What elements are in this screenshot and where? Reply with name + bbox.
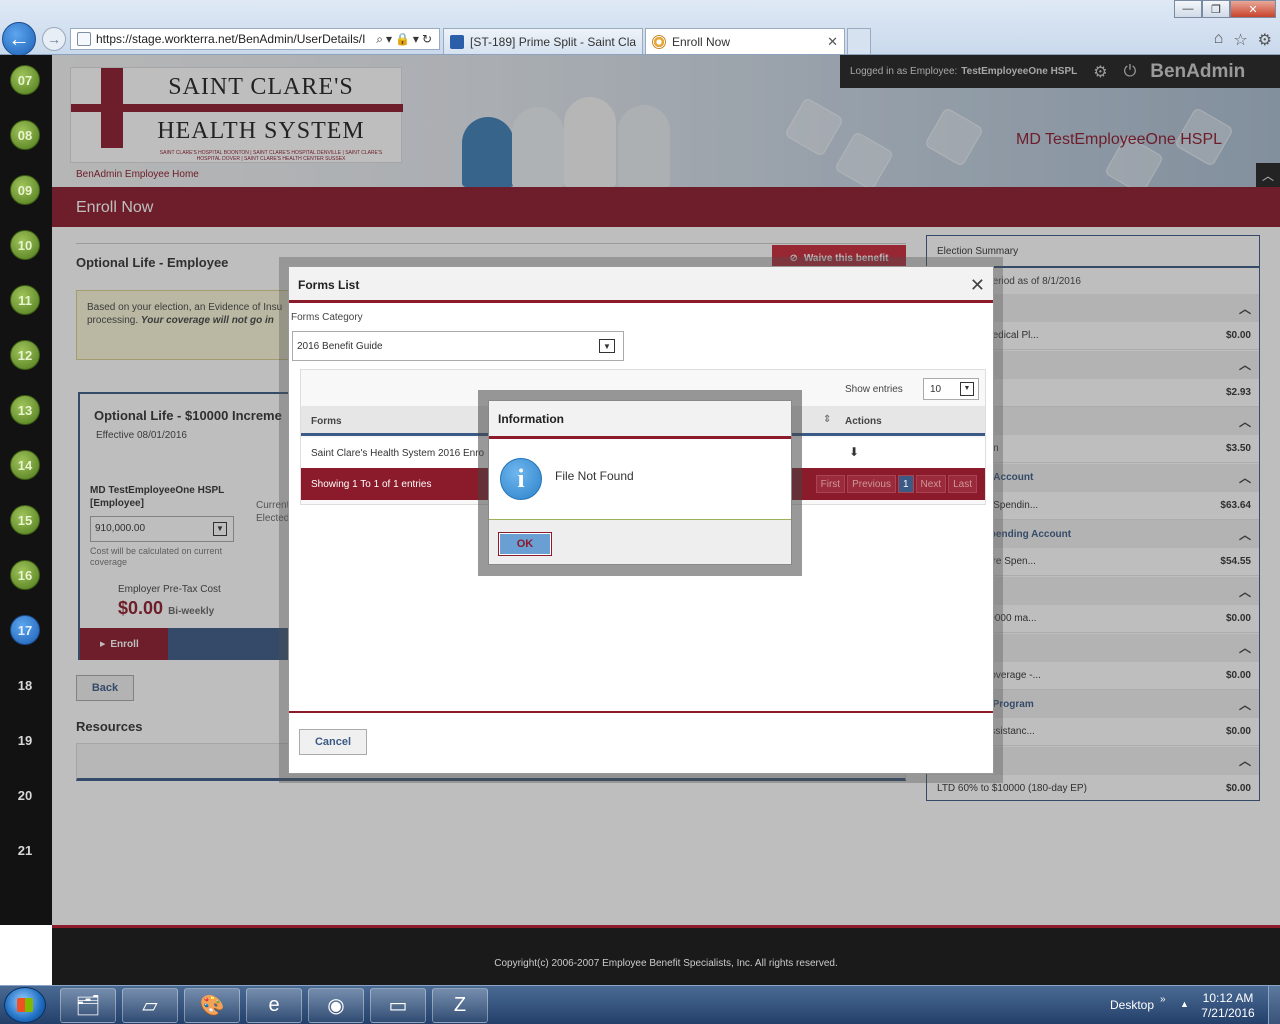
page-icon xyxy=(77,32,91,46)
browser-tab-jira[interactable]: [ST-189] Prime Split - Saint Cla... xyxy=(443,28,643,54)
tab-label: [ST-189] Prime Split - Saint Cla... xyxy=(470,34,636,49)
start-button[interactable] xyxy=(4,987,46,1023)
shortcut-19[interactable]: 19 xyxy=(10,725,40,755)
shortcut-18[interactable]: 18 xyxy=(10,670,40,700)
chevron-down-icon: ▼ xyxy=(599,339,615,353)
forward-arrow-icon[interactable]: → xyxy=(42,27,66,51)
tray-expand-icon[interactable]: ▲ xyxy=(1180,999,1189,1009)
page-footer: Copyright(c) 2006-2007 Employee Benefit … xyxy=(52,925,1280,985)
home-icon[interactable]: ⌂ xyxy=(1214,30,1224,50)
firefox-icon[interactable]: ◉ xyxy=(308,988,364,1023)
shortcut-16[interactable]: 16 xyxy=(10,560,40,590)
file-explorer-icon[interactable]: 🗂 xyxy=(60,988,116,1023)
browser-tab-enroll-now[interactable]: Enroll Now ✕ xyxy=(645,28,845,54)
cancel-button[interactable]: Cancel xyxy=(299,729,367,755)
column-header-forms[interactable]: Forms xyxy=(311,416,342,427)
pager-previous-button[interactable]: Previous xyxy=(847,475,896,493)
info-message: File Not Found xyxy=(555,469,634,483)
sort-icon[interactable]: ⇕ xyxy=(823,414,831,425)
pager-first-button[interactable]: First xyxy=(815,475,846,493)
side-shortcut-strip: 07 08 09 10 11 12 13 14 15 16 17 18 19 2… xyxy=(0,55,52,925)
chevron-down-icon: ▼ xyxy=(960,382,974,396)
internet-explorer-icon[interactable]: e xyxy=(246,988,302,1023)
loading-icon xyxy=(652,34,666,49)
shortcut-11[interactable]: 11 xyxy=(10,285,40,315)
form-name: Saint Clare's Health System 2016 Enro xyxy=(311,448,485,459)
forms-modal-header: Forms List ✕ xyxy=(289,267,993,303)
close-window-button[interactable]: ✕ xyxy=(1230,0,1276,18)
window-controls: — ❐ ✕ xyxy=(1174,0,1276,18)
shortcut-10[interactable]: 10 xyxy=(10,230,40,260)
address-bar[interactable]: https://stage.workterra.net/BenAdmin/Use… xyxy=(70,28,440,50)
chevron-right-icon[interactable]: » xyxy=(1160,994,1166,1005)
shortcut-07[interactable]: 07 xyxy=(10,65,40,95)
shortcut-21[interactable]: 21 xyxy=(10,835,40,865)
information-dialog: Information i File Not Found OK xyxy=(488,400,792,565)
info-dialog-title: Information xyxy=(498,412,564,426)
column-header-actions: Actions xyxy=(845,416,882,427)
system-clock[interactable]: 10:12 AM 7/21/2016 xyxy=(1196,991,1260,1021)
sticky-notes-icon[interactable]: ▭ xyxy=(370,988,426,1023)
download-icon[interactable]: ⬇ xyxy=(849,445,861,459)
url-text: https://stage.workterra.net/BenAdmin/Use… xyxy=(96,32,366,46)
clock-time: 10:12 AM xyxy=(1202,991,1254,1005)
forms-category-value: 2016 Benefit Guide xyxy=(297,341,383,352)
shortcut-15[interactable]: 15 xyxy=(10,505,40,535)
pager-info: Showing 1 To 1 of 1 entries xyxy=(311,479,432,490)
show-entries-value: 10 xyxy=(930,384,942,395)
show-desktop-button[interactable] xyxy=(1268,986,1280,1024)
close-tab-icon[interactable]: ✕ xyxy=(827,34,838,50)
forms-modal-title: Forms List xyxy=(298,278,360,292)
notes-app-icon[interactable]: ▱ xyxy=(122,988,178,1023)
show-entries-select[interactable]: 10 ▼ xyxy=(923,378,979,400)
copyright-text: Copyright(c) 2006-2007 Employee Benefit … xyxy=(494,958,838,969)
windows-taskbar: 🗂 ▱ 🎨 e ◉ ▭ Z Desktop » ▲ 10:12 AM 7/21/… xyxy=(0,985,1280,1024)
shortcut-09[interactable]: 09 xyxy=(10,175,40,205)
show-entries-label: Show entries xyxy=(845,384,903,395)
browser-chrome: ← → https://stage.workterra.net/BenAdmin… xyxy=(0,0,1280,56)
info-dialog-header: Information xyxy=(489,401,791,439)
new-tab-button[interactable] xyxy=(847,28,871,54)
back-arrow-icon[interactable]: ← xyxy=(2,22,36,56)
forms-category-label: Forms Category xyxy=(291,312,363,323)
close-icon[interactable]: ✕ xyxy=(970,275,985,296)
shortcut-14[interactable]: 14 xyxy=(10,450,40,480)
desktop-toolbar-label[interactable]: Desktop xyxy=(1110,998,1154,1012)
divider xyxy=(289,711,993,713)
shortcut-20[interactable]: 20 xyxy=(10,780,40,810)
paint-icon[interactable]: 🎨 xyxy=(184,988,240,1023)
tab-label: Enroll Now xyxy=(672,34,731,49)
maximize-button[interactable]: ❐ xyxy=(1202,0,1230,18)
pager-next-button[interactable]: Next xyxy=(915,475,947,493)
windows-logo-icon xyxy=(17,998,33,1012)
shortcut-12[interactable]: 12 xyxy=(10,340,40,370)
jira-icon xyxy=(450,34,464,49)
info-icon: i xyxy=(500,458,542,500)
forms-category-select[interactable]: 2016 Benefit Guide ▼ xyxy=(292,331,624,361)
info-dialog-footer: OK xyxy=(489,519,791,564)
pager-buttons: First Previous 1 Next Last xyxy=(815,475,977,493)
browser-toolbar: ⌂ ☆ ⚙ xyxy=(1214,30,1272,50)
address-tools-icon[interactable]: ⌕▾🔒▾↻ xyxy=(372,32,439,47)
minimize-button[interactable]: — xyxy=(1174,0,1202,18)
ok-button[interactable]: OK xyxy=(498,532,552,556)
shortcut-17[interactable]: 17 xyxy=(10,615,40,645)
z-app-icon[interactable]: Z xyxy=(432,988,488,1023)
star-icon[interactable]: ☆ xyxy=(1233,30,1247,50)
shortcut-13[interactable]: 13 xyxy=(10,395,40,425)
pager-page-1-button[interactable]: 1 xyxy=(897,475,914,493)
clock-date: 7/21/2016 xyxy=(1201,1006,1255,1020)
gear-icon[interactable]: ⚙ xyxy=(1258,30,1272,50)
pager-last-button[interactable]: Last xyxy=(948,475,977,493)
shortcut-08[interactable]: 08 xyxy=(10,120,40,150)
